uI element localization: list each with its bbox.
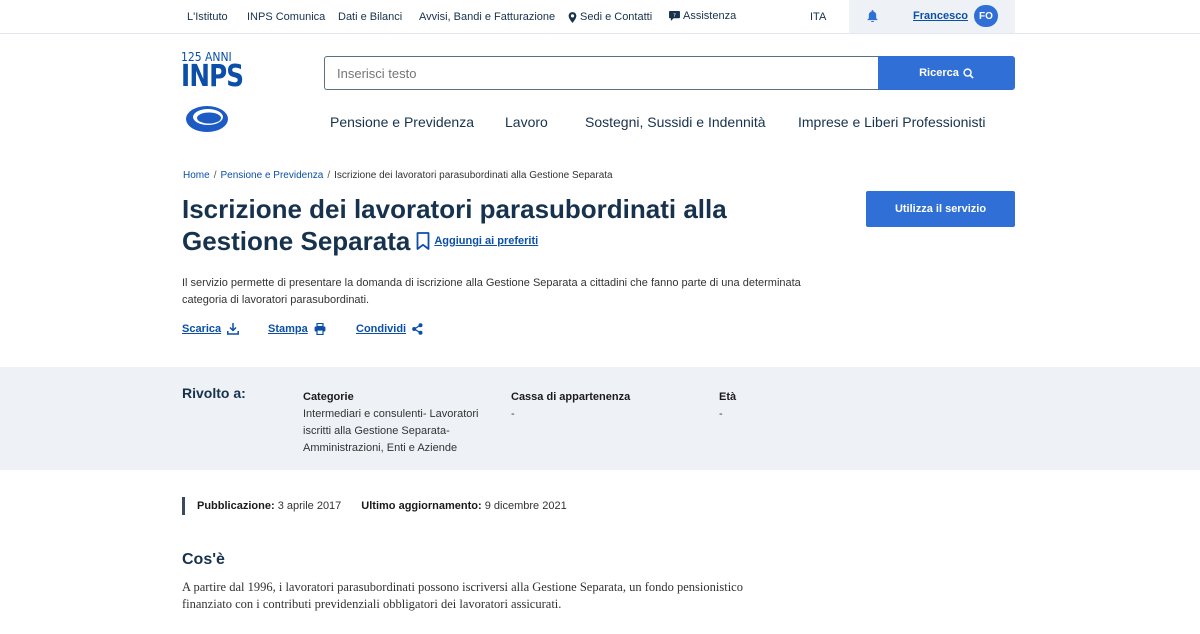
cassa-value: - <box>511 408 515 420</box>
nav-pensione-previdenza[interactable]: Pensione e Previdenza <box>330 114 474 130</box>
page-title-line2: Gestione Separata <box>182 226 411 256</box>
cassa-heading: Cassa di appartenenza <box>511 391 631 403</box>
service-description: Il servizio permette di presentare la do… <box>182 277 801 306</box>
publication-label: Pubblicazione: <box>197 500 275 512</box>
language-selector[interactable]: ITA <box>810 11 826 23</box>
topbar-link-assistenza[interactable]: ? Assistenza <box>669 10 736 22</box>
search-button[interactable]: Ricerca <box>878 56 1015 90</box>
topbar-link-avvisi[interactable]: Avvisi, Bandi e Fatturazione <box>419 11 555 23</box>
share-button[interactable]: Condividi <box>356 323 423 335</box>
breadcrumb-current: Iscrizione dei lavoratori parasubordinat… <box>334 170 613 181</box>
download-button[interactable]: Scarica <box>182 323 240 335</box>
print-icon <box>314 323 326 335</box>
categories-value: Intermediari e consulenti- Lavoratori is… <box>303 408 479 454</box>
eta-value: - <box>719 408 723 420</box>
inps-logo[interactable]: 125 ANNI INPS <box>181 51 244 135</box>
svg-text:?: ? <box>673 13 676 19</box>
location-icon <box>568 11 577 23</box>
nav-sostegni[interactable]: Sostegni, Sussidi e Indennità <box>585 114 766 130</box>
bell-icon[interactable] <box>867 10 878 25</box>
update-date: 9 dicembre 2021 <box>484 500 567 512</box>
update-label: Ultimo aggiornamento: <box>361 500 482 512</box>
page-title-line1: Iscrizione dei lavoratori parasubordinat… <box>182 194 727 224</box>
cassa-column: Cassa di appartenenza - <box>511 389 691 423</box>
eta-column: Età - <box>719 389 839 423</box>
share-label: Condividi <box>356 323 407 335</box>
download-label: Scarica <box>182 323 222 335</box>
topbar-link-istituto[interactable]: L'Istituto <box>187 11 228 23</box>
topbar-link-sedi[interactable]: Sedi e Contatti <box>568 11 652 23</box>
publication-date: 3 aprile 2017 <box>277 500 342 512</box>
user-name-link[interactable]: Francesco <box>913 10 968 22</box>
section-title-cose: Cos'è <box>182 551 225 568</box>
print-button[interactable]: Stampa <box>268 323 326 335</box>
eta-heading: Età <box>719 391 737 403</box>
section-text-cose: A partire dal 1996, i lavoratori parasub… <box>182 580 743 611</box>
logo-swirl-icon <box>186 106 228 132</box>
user-area: Francesco FO <box>849 0 1015 33</box>
breadcrumb-section[interactable]: Pensione e Previdenza <box>220 170 323 181</box>
nav-lavoro[interactable]: Lavoro <box>505 114 548 130</box>
download-icon <box>227 323 240 335</box>
target-audience-section: Rivolto a: Categorie Intermediari e cons… <box>0 367 1200 470</box>
top-utility-bar: L'Istituto INPS Comunica Dati e Bilanci … <box>0 0 1200 34</box>
share-icon <box>412 323 423 335</box>
breadcrumb: Home / Pensione e Previdenza / Iscrizione de… <box>183 170 613 181</box>
chat-icon: ? <box>669 11 680 21</box>
categories-heading: Categorie <box>303 391 354 403</box>
topbar-assistenza-label: Assistenza <box>683 10 737 22</box>
nav-imprese[interactable]: Imprese e Liberi Professionisti <box>798 114 986 130</box>
avatar[interactable]: FO <box>974 5 998 27</box>
use-service-button[interactable]: Utilizza il servizio <box>866 191 1015 227</box>
search-button-label: Ricerca <box>919 67 959 79</box>
search-input[interactable] <box>324 56 878 90</box>
page-title: Iscrizione dei lavoratori parasubordinat… <box>182 193 822 257</box>
search-icon <box>963 67 974 79</box>
publication-meta: Pubblicazione: 3 aprile 2017 Ultimo aggi… <box>182 497 567 515</box>
topbar-link-dati-bilanci[interactable]: Dati e Bilanci <box>338 11 402 23</box>
logo-wordmark: INPS <box>181 59 244 94</box>
topbar-link-inps-comunica[interactable]: INPS Comunica <box>247 11 325 23</box>
topbar-sedi-label: Sedi e Contatti <box>580 11 653 23</box>
target-audience-label: Rivolto a: <box>182 385 246 401</box>
print-label: Stampa <box>268 323 308 335</box>
breadcrumb-home[interactable]: Home <box>183 170 210 181</box>
bookmark-icon <box>416 231 430 250</box>
add-favorite-link[interactable]: Aggiungi ai preferiti <box>416 225 538 257</box>
add-favorite-label: Aggiungi ai preferiti <box>434 235 539 247</box>
categories-column: Categorie Intermediari e consulenti- Lav… <box>303 389 493 457</box>
